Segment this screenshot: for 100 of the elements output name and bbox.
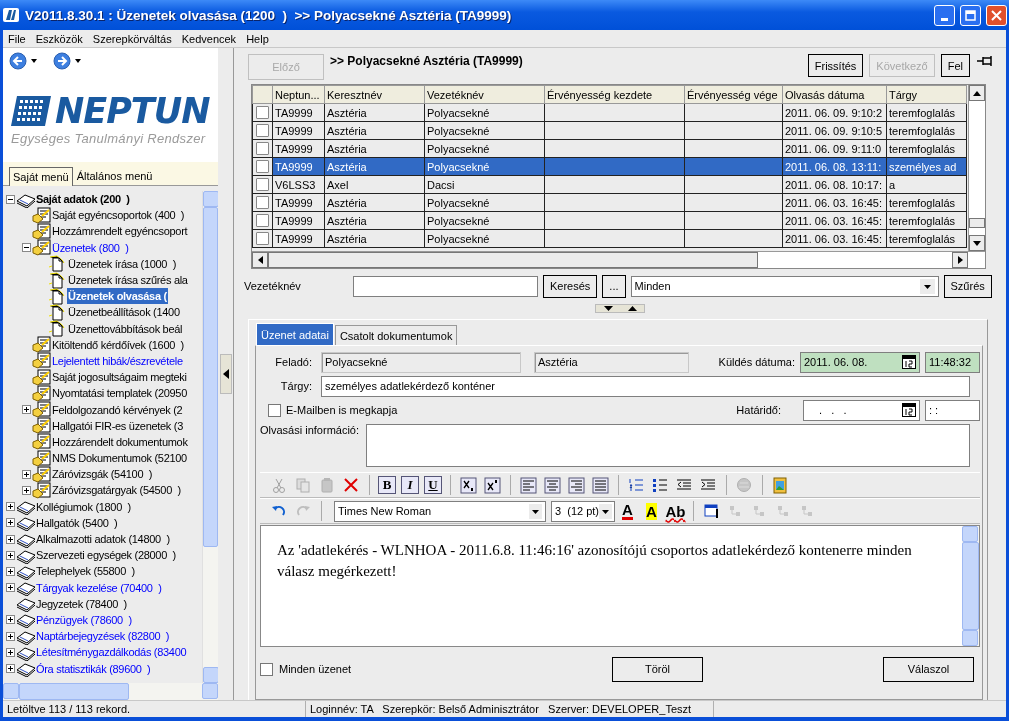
toolbar-button[interactable]: Fel	[940, 54, 970, 77]
maximize-button[interactable]	[960, 4, 981, 26]
column-header[interactable]: Érvényesség vége	[684, 85, 783, 104]
row-checkbox[interactable]	[256, 124, 269, 137]
filter-button[interactable]: Szűrés	[943, 274, 992, 298]
column-header[interactable]: Neptun...	[272, 85, 325, 104]
tree-item[interactable]: Szervezeti egységek (28000 )	[35, 547, 177, 564]
italic-button[interactable]: I	[401, 476, 419, 494]
tree-item[interactable]: Üzenetek (800 )	[51, 239, 130, 256]
row-checkbox[interactable]	[256, 106, 269, 119]
expand-icon[interactable]	[6, 664, 15, 674]
expand-icon[interactable]	[6, 518, 15, 528]
bold-button[interactable]: B	[378, 476, 396, 494]
tree-item[interactable]: Tárgyak kezelése (70400 )	[35, 579, 163, 596]
caret-icon[interactable]	[31, 59, 37, 63]
tree-item[interactable]: Üzenetek olvasása (	[67, 288, 168, 305]
menu-item[interactable]: File	[3, 32, 31, 45]
tree-item[interactable]: Alkalmazotti adatok (14800 )	[35, 531, 171, 548]
expand-icon[interactable]	[6, 647, 15, 657]
date-field[interactable]: . . .	[803, 399, 920, 421]
tree-item[interactable]: Saját adatok (200 )	[35, 191, 131, 208]
tree-item[interactable]: Hozzámrendelt egyéncsoport	[51, 223, 189, 240]
expand-icon[interactable]	[6, 566, 15, 576]
size-dropdown[interactable]: 3 (12 pt)	[551, 500, 615, 522]
expand-icon[interactable]	[6, 502, 15, 512]
column-header[interactable]: Vezetéknév	[424, 85, 545, 104]
tree-item[interactable]: Üzenetek írása (1000 )	[67, 255, 178, 272]
calendar-icon[interactable]	[902, 355, 916, 369]
menu-item[interactable]: Kedvencek	[176, 32, 242, 45]
caret-icon[interactable]	[75, 59, 81, 63]
column-header[interactable]: Tárgy	[886, 85, 967, 104]
spell-button[interactable]: Ab	[664, 500, 687, 522]
scrollbar[interactable]	[968, 85, 985, 251]
row-checkbox[interactable]	[256, 160, 269, 173]
collapse-icon[interactable]	[6, 194, 15, 204]
tree-item[interactable]: Üzenetek írása szűrés ala	[67, 272, 189, 289]
row-checkbox[interactable]	[256, 232, 269, 245]
menu-item[interactable]: Szerepkörváltás	[87, 32, 177, 45]
expand-icon[interactable]	[6, 615, 15, 625]
expand-icon[interactable]	[6, 583, 15, 593]
tree-item[interactable]: Üzenettovábbítások beál	[67, 320, 184, 337]
expand-icon[interactable]	[6, 534, 15, 544]
column-header[interactable]: Érvényesség kezdete	[544, 85, 685, 104]
close-button[interactable]	[986, 4, 1007, 26]
expand-icon[interactable]	[22, 405, 31, 415]
collapse-icon[interactable]	[22, 243, 31, 253]
align-right-icon[interactable]	[568, 476, 585, 494]
tree-item[interactable]: Nyomtatási templatek (20950	[51, 385, 188, 402]
row-checkbox[interactable]	[256, 214, 269, 227]
more-button[interactable]: ...	[602, 274, 626, 298]
expand-icon[interactable]	[22, 469, 31, 479]
justify-icon[interactable]	[592, 476, 609, 494]
tree-item[interactable]: Záróvizsgák (54100 )	[51, 466, 154, 483]
tree-item[interactable]: Naptárbejegyzések (82800 )	[35, 628, 171, 645]
tree-item[interactable]: Óra statisztikák (89600 )	[35, 660, 152, 677]
expand-icon[interactable]	[6, 550, 15, 560]
align-left-icon[interactable]	[520, 476, 537, 494]
minimize-button[interactable]	[934, 4, 955, 26]
expand-icon[interactable]	[22, 485, 31, 495]
font-color-button[interactable]: A	[616, 500, 639, 522]
tab[interactable]: Üzenet adatai	[256, 323, 334, 345]
search-button[interactable]: Keresés	[543, 274, 598, 298]
checkbox[interactable]	[260, 662, 273, 676]
scrollbar[interactable]	[252, 251, 985, 268]
tree-item[interactable]: Üzenetbeállítások (1400	[67, 304, 181, 321]
filter-dropdown[interactable]: Minden	[630, 275, 939, 297]
menu-item[interactable]: Eszközök	[30, 32, 88, 45]
tree-item[interactable]: Saját jogosultságaim megteki	[51, 369, 188, 386]
scrollbar[interactable]	[3, 683, 218, 700]
expand-icon[interactable]	[6, 631, 15, 641]
font-dropdown[interactable]: Times New Roman	[334, 500, 546, 522]
highlight-button[interactable]: A	[640, 500, 663, 522]
tree-item[interactable]: Hozzárendelt dokumentumok	[51, 433, 189, 450]
tree-item[interactable]: Jegyzetek (78400 )	[35, 595, 128, 612]
calendar-icon[interactable]	[902, 403, 916, 417]
subject-field[interactable]: személyes adatlekérdező konténer	[321, 375, 970, 397]
delete-icon[interactable]	[343, 476, 360, 494]
tree-item[interactable]: Záróvizsgatárgyak (54500 )	[51, 482, 182, 499]
time-field[interactable]: : :	[925, 399, 980, 421]
forward-icon[interactable]	[53, 52, 71, 70]
align-center-icon[interactable]	[544, 476, 561, 494]
sidebar-tab[interactable]: Általános menü	[72, 166, 157, 185]
tree-item[interactable]: Kitöltendő kérdőívek (1600 )	[51, 336, 185, 353]
row-checkbox[interactable]	[256, 178, 269, 191]
column-header[interactable]: Keresztnév	[324, 85, 425, 104]
pin-icon[interactable]	[976, 54, 994, 68]
search-field[interactable]	[353, 275, 538, 297]
reply-button[interactable]: Válaszol	[882, 656, 974, 682]
row-checkbox[interactable]	[256, 196, 269, 209]
tree-item[interactable]: Hallgatók (5400 )	[35, 514, 119, 531]
tree-item[interactable]: Pénzügyek (78600 )	[35, 611, 133, 628]
tab[interactable]: Csatolt dokumentumok	[334, 325, 458, 345]
text-area[interactable]	[366, 424, 970, 467]
tree-item[interactable]: Saját egyéncsoportok (400 )	[51, 207, 186, 224]
tree-item[interactable]: Telephelyek (55800 )	[35, 563, 136, 580]
tree-item[interactable]: Hallgatói FIR-es üzenetek (3	[51, 417, 184, 434]
tree-item[interactable]: NMS Dokumentumok (52100	[51, 450, 188, 467]
toolbar-button[interactable]: Frissítés	[807, 54, 864, 77]
back-icon[interactable]	[9, 52, 27, 70]
scrollbar[interactable]	[962, 526, 979, 646]
